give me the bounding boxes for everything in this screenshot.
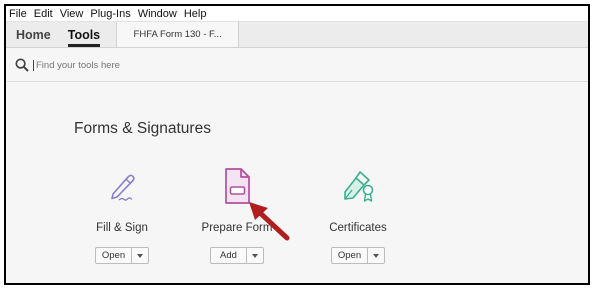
- tab-tools[interactable]: Tools: [60, 22, 108, 47]
- tool-fill-sign[interactable]: Fill & Sign Open: [72, 166, 172, 276]
- search-icon: [15, 58, 29, 72]
- menu-edit[interactable]: Edit: [34, 6, 53, 22]
- prepare-form-dropdown-button[interactable]: [245, 248, 263, 263]
- chevron-down-icon: [137, 253, 144, 258]
- acrobat-window: File Edit View Plug-Ins Window Help Home…: [4, 4, 590, 285]
- search-input[interactable]: [33, 59, 233, 71]
- prepare-form-add-control: Add: [210, 247, 264, 264]
- tool-label-fill-sign: Fill & Sign: [96, 222, 148, 234]
- menu-window[interactable]: Window: [138, 6, 177, 22]
- menu-view[interactable]: View: [60, 6, 84, 22]
- annotation-arrow-icon: [249, 202, 290, 241]
- fill-sign-open-button[interactable]: Open: [96, 248, 131, 263]
- certificates-open-control: Open: [330, 247, 386, 264]
- fill-sign-open-control: Open: [94, 247, 150, 264]
- tool-label-certificates: Certificates: [329, 222, 387, 234]
- chevron-down-icon: [251, 253, 258, 258]
- tool-search-bar: [6, 49, 588, 82]
- certificates-icon: [308, 166, 408, 206]
- menu-help[interactable]: Help: [184, 6, 207, 22]
- tab-bar: Home Tools FHFA Form 130 - F...: [6, 22, 588, 48]
- prepare-form-add-button[interactable]: Add: [211, 248, 246, 263]
- menu-bar: File Edit View Plug-Ins Window Help: [6, 6, 588, 22]
- menu-plug-ins[interactable]: Plug-Ins: [90, 6, 130, 22]
- tab-document[interactable]: FHFA Form 130 - F...: [116, 22, 240, 47]
- tool-certificates[interactable]: Certificates Open: [308, 166, 408, 276]
- tab-home[interactable]: Home: [6, 22, 60, 47]
- section-title: Forms & Signatures: [74, 120, 211, 137]
- certificates-dropdown-button[interactable]: [367, 248, 384, 263]
- menu-file[interactable]: File: [9, 6, 27, 22]
- chevron-down-icon: [373, 253, 380, 258]
- fill-sign-icon: [72, 166, 172, 206]
- certificates-open-button[interactable]: Open: [332, 248, 367, 263]
- fill-sign-dropdown-button[interactable]: [131, 248, 148, 263]
